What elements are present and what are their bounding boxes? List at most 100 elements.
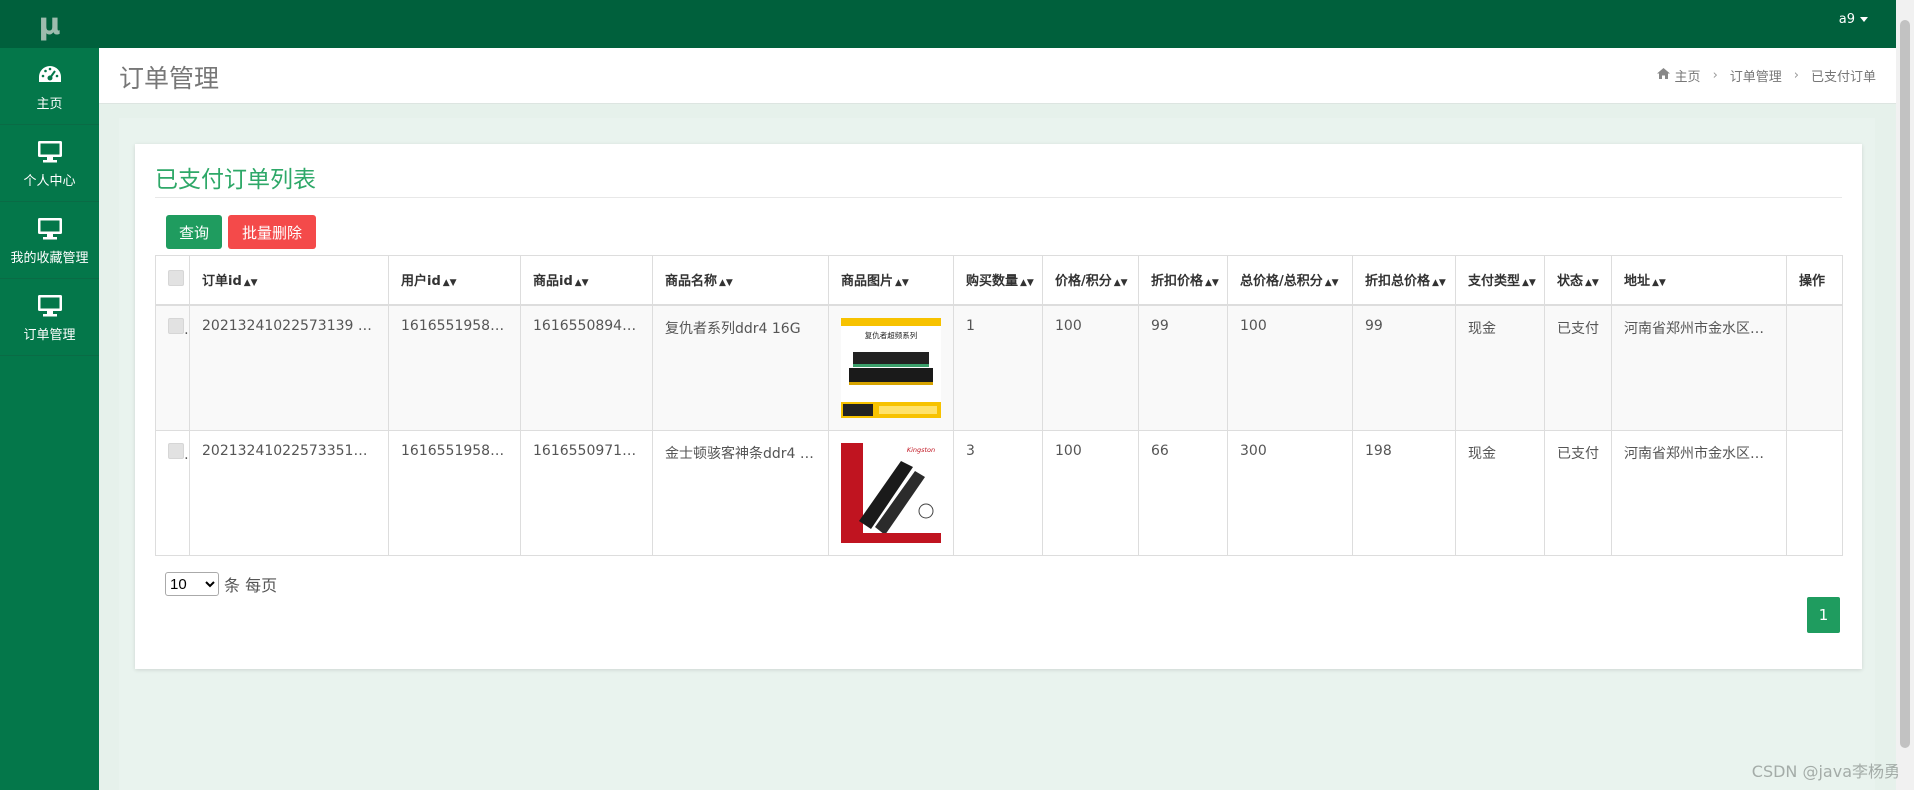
column-header-status[interactable]: 状态 ▲▼	[1544, 255, 1612, 306]
product-image-ram-red-black[interactable]: Kingston	[841, 442, 941, 543]
cell-discount-total: 99	[1352, 304, 1456, 431]
sidebar-item-home[interactable]: 主页	[0, 48, 99, 125]
product-image-banner: 复仇者超频系列	[865, 330, 918, 340]
column-header-product-name[interactable]: 商品名称 ▲▼	[652, 255, 829, 306]
cell-order-id: 20213241022573139 9126	[189, 304, 389, 431]
panel-title: 已支付订单列表	[155, 167, 316, 193]
order-list-panel: 已支付订单列表 查询 批量删除 订单id ▲▼ 用户id ▲▼ 商品id ▲▼ 商品名…	[135, 144, 1862, 669]
cell-total: 100	[1227, 304, 1353, 431]
cell-status: 已支付	[1544, 304, 1612, 431]
cell-pay-type: 现金	[1455, 304, 1545, 431]
cell-status: 已支付	[1544, 429, 1612, 556]
cell-pay-type: 现金	[1455, 429, 1545, 556]
cell-quantity: 3	[953, 429, 1043, 556]
sidebar: μ 主页 个人中心 我的收藏管理 订单管理	[0, 0, 99, 790]
column-header-price[interactable]: 价格/积分 ▲▼	[1042, 255, 1139, 306]
query-button[interactable]: 查询	[166, 215, 222, 249]
column-header-user-id[interactable]: 用户id ▲▼	[388, 255, 521, 306]
sidebar-item-profile[interactable]: 个人中心	[0, 125, 99, 202]
column-header-discount-price[interactable]: 折扣价格 ▲▼	[1138, 255, 1228, 306]
column-header-address[interactable]: 地址 ▲▼	[1611, 255, 1787, 306]
breadcrumb-home[interactable]: 主页	[1675, 66, 1701, 85]
user-menu[interactable]: a9	[1839, 12, 1868, 27]
select-all-checkbox[interactable]	[168, 269, 184, 286]
column-header-discount-total[interactable]: 折扣总价格 ▲▼	[1352, 255, 1456, 306]
column-header-actions: 操作	[1786, 255, 1843, 306]
breadcrumb: 主页 › 订单管理 › 已支付订单	[1656, 66, 1876, 85]
column-header-product-id[interactable]: 商品id ▲▼	[520, 255, 653, 306]
sort-icon: ▲▼	[574, 278, 589, 289]
product-image-ram-black-yellow[interactable]: 复仇者超频系列	[841, 317, 941, 418]
column-header-total[interactable]: 总价格/总积分 ▲▼	[1227, 255, 1353, 306]
monitor-icon	[37, 138, 63, 166]
dashboard-icon	[37, 61, 63, 89]
row-checkbox[interactable]	[168, 317, 184, 334]
column-header-pay-type[interactable]: 支付类型 ▲▼	[1455, 255, 1545, 306]
row-select-cell	[155, 304, 190, 431]
breadcrumb-orders[interactable]: 订单管理	[1730, 66, 1782, 85]
sort-icon: ▲▼	[1324, 278, 1339, 289]
sort-icon: ▲▼	[1522, 278, 1536, 289]
sort-icon: ▲▼	[1585, 278, 1599, 289]
page-header: 订单管理 主页 › 订单管理 › 已支付订单	[99, 48, 1896, 104]
sort-icon: ▲▼	[1020, 278, 1034, 289]
cell-total: 300	[1227, 429, 1353, 556]
column-header-quantity[interactable]: 购买数量 ▲▼	[953, 255, 1043, 306]
sort-icon: ▲▼	[1652, 278, 1666, 289]
cell-price: 100	[1042, 304, 1139, 431]
sort-icon: ▲▼	[1205, 278, 1219, 289]
table-row: 20213241022573139 9126 1616551958455 161…	[155, 304, 1843, 431]
sort-icon: ▲▼	[719, 278, 733, 289]
cell-actions	[1786, 304, 1843, 431]
sort-icon: ▲▼	[243, 278, 258, 289]
scrollbar-thumb[interactable]	[1900, 20, 1910, 748]
user-name: a9	[1838, 12, 1855, 27]
cell-order-id: 202132410225733511061	[189, 429, 389, 556]
home-icon	[1656, 68, 1670, 83]
cell-discount-price: 66	[1138, 429, 1228, 556]
cell-product-id: 1616550971668	[520, 429, 653, 556]
cell-discount-price: 99	[1138, 304, 1228, 431]
cell-discount-total: 198	[1352, 429, 1456, 556]
cell-actions	[1786, 429, 1843, 556]
app-logo[interactable]: μ	[0, 0, 99, 48]
divider	[155, 197, 1842, 198]
select-all-cell	[155, 255, 190, 306]
batch-delete-button[interactable]: 批量删除	[228, 215, 316, 249]
row-checkbox[interactable]	[168, 442, 184, 459]
monitor-icon	[37, 292, 63, 320]
product-image-banner: Kingston	[907, 446, 935, 454]
vertical-scrollbar[interactable]	[1896, 0, 1914, 790]
sidebar-item-favorites[interactable]: 我的收藏管理	[0, 202, 99, 279]
sidebar-item-label: 订单管理	[23, 327, 76, 343]
sidebar-item-label: 我的收藏管理	[10, 250, 89, 266]
cell-address: 河南省郑州市金水区杜...	[1611, 429, 1787, 556]
cell-product-id: 1616550894153	[520, 304, 653, 431]
sort-icon: ▲▼	[442, 278, 457, 289]
cell-quantity: 1	[953, 304, 1043, 431]
caret-down-icon	[1860, 17, 1868, 22]
column-header-product-image[interactable]: 商品图片 ▲▼	[828, 255, 954, 306]
cell-user-id: 1616551958455	[388, 429, 521, 556]
cell-product-name: 金士顿骇客神条ddr4 8g	[652, 429, 829, 556]
table-header-row: 订单id ▲▼ 用户id ▲▼ 商品id ▲▼ 商品名称 ▲▼ 商品图片 ▲▼ 购买数量 ▲…	[155, 255, 1843, 306]
monitor-icon	[37, 215, 63, 243]
page-size-select[interactable]: 10	[165, 572, 219, 596]
cell-address: 河南省郑州市金水区杜...	[1611, 304, 1787, 431]
cell-product-name: 复仇者系列ddr4 16G	[652, 304, 829, 431]
page-size-control: 10 条 每页	[165, 572, 277, 596]
sidebar-item-orders[interactable]: 订单管理	[0, 279, 99, 356]
page-size-label: 条 每页	[224, 576, 278, 595]
page-button-current[interactable]: 1	[1807, 597, 1840, 633]
chevron-right-icon: ›	[1712, 68, 1718, 83]
sort-icon: ▲▼	[895, 278, 909, 289]
sidebar-item-label: 主页	[36, 96, 63, 112]
breadcrumb-current: 已支付订单	[1810, 70, 1876, 85]
orders-table: 订单id ▲▼ 用户id ▲▼ 商品id ▲▼ 商品名称 ▲▼ 商品图片 ▲▼ 购买数量 ▲…	[155, 255, 1843, 556]
sort-icon: ▲▼	[1432, 278, 1446, 289]
cell-product-image: 复仇者超频系列	[828, 304, 954, 431]
column-header-order-id[interactable]: 订单id ▲▼	[189, 255, 389, 306]
top-navbar: a9	[99, 0, 1914, 48]
page-title: 订单管理	[119, 64, 220, 93]
sort-icon: ▲▼	[1113, 278, 1128, 289]
